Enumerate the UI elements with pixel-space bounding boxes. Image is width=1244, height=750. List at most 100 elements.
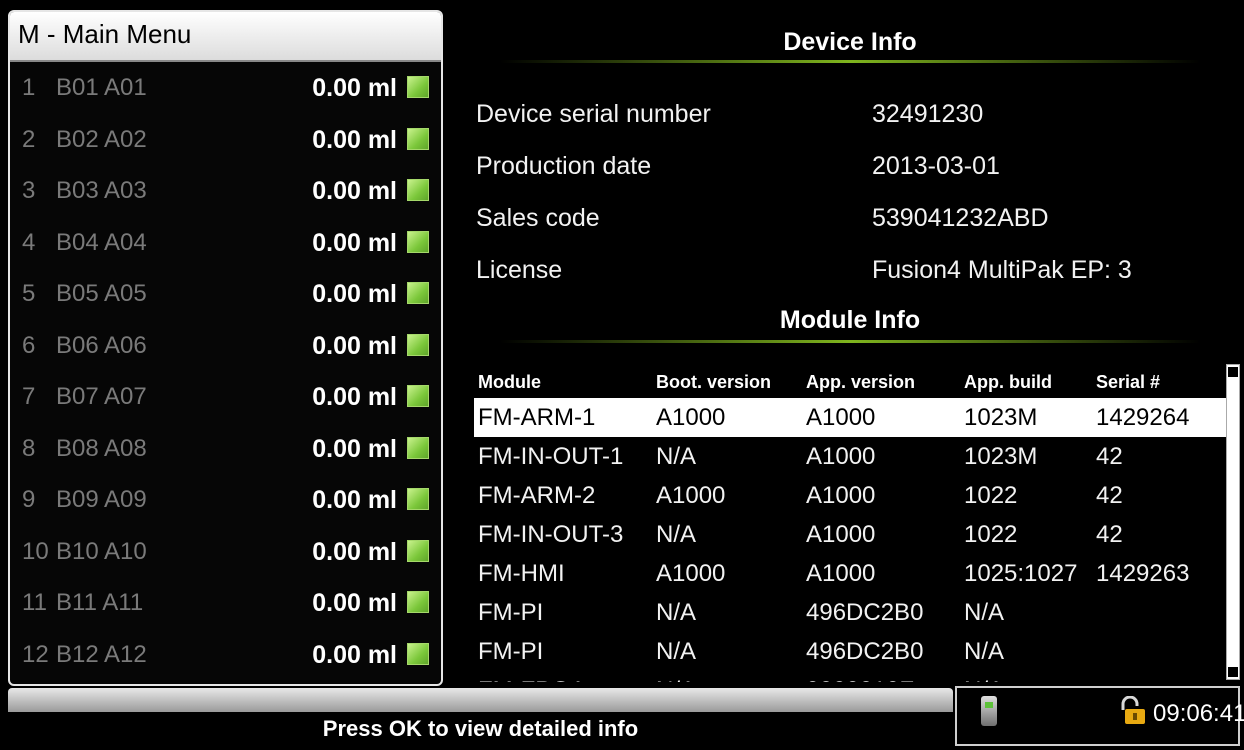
channel-volume: 0.00 ml [312, 331, 397, 360]
channel-row[interactable]: 8 B08 A08 0.00 ml [10, 423, 441, 475]
channel-name: B10 A10 [56, 537, 147, 565]
channel-row[interactable]: 9 B09 A09 0.00 ml [10, 474, 441, 526]
channel-name: B09 A09 [56, 486, 147, 513]
module-row[interactable]: FM-ARM-1 A1000 A1000 1023M 1429264 [474, 398, 1226, 437]
scroll-up-arrow-icon[interactable] [1228, 367, 1238, 377]
channel-volume: 0.00 ml [312, 486, 397, 514]
license-value: Fusion4 MultiPak EP: 3 [872, 256, 1132, 284]
channel-index: 7 [22, 383, 36, 410]
status-led-icon [407, 539, 429, 562]
module-row[interactable]: FM-FPGA N/A 0000010F N/A [474, 671, 1226, 682]
module-cell-boot: N/A [656, 599, 697, 626]
channel-volume: 0.00 ml [312, 74, 397, 102]
module-cell-module: FM-FPGA [478, 677, 586, 682]
module-cell-boot: N/A [656, 521, 697, 548]
module-cell-module: FM-ARM-2 [478, 482, 596, 509]
channel-name: B04 A04 [56, 228, 147, 256]
col-app-build: App. build [964, 372, 1052, 392]
module-cell-serial: 42 [1096, 443, 1123, 470]
module-row[interactable]: FM-PI N/A 496DC2B0 N/A [474, 593, 1226, 632]
module-row[interactable]: FM-ARM-2 A1000 A1000 1022 42 [474, 476, 1226, 515]
module-cell-boot: A1000 [656, 404, 726, 431]
module-cell-build: 1023M [964, 443, 1038, 470]
channel-row[interactable]: 5 B05 A05 0.00 ml [10, 268, 441, 320]
channel-index: 1 [22, 74, 36, 101]
status-led-icon [407, 127, 429, 150]
col-serial: Serial # [1096, 372, 1161, 392]
channel-row[interactable]: 6 B06 A06 0.00 ml [10, 320, 441, 372]
padlock-icon [1121, 696, 1145, 724]
channel-name: B07 A07 [56, 383, 147, 410]
channel-volume: 0.00 ml [312, 177, 397, 205]
screen: M - Main Menu 1 B01 A01 0.00 ml 2 B02 A02 0.0… [0, 0, 1244, 750]
channel-row[interactable]: 7 B07 A07 0.00 ml [10, 371, 441, 423]
channel-row[interactable]: 3 B03 A03 0.00 ml [10, 165, 441, 217]
module-cell-serial: 1429263 [1096, 560, 1190, 587]
status-led-icon [407, 76, 429, 98]
module-cell-app: A1000 [806, 560, 876, 587]
module-row[interactable]: FM-IN-OUT-1 N/A A1000 1023M 42 [474, 437, 1226, 476]
channel-name: B05 A05 [56, 280, 147, 307]
module-cell-build: N/A [964, 677, 1004, 682]
status-led-icon [407, 333, 429, 356]
module-cell-app: A1000 [806, 443, 876, 470]
channel-index: 6 [22, 331, 36, 359]
module-cell-app: 496DC2B0 [806, 638, 924, 665]
device-serial-value: 32491230 [872, 100, 984, 128]
device-info-divider [500, 60, 1200, 63]
channel-volume: 0.00 ml [312, 589, 397, 617]
main-menu-panel[interactable]: M - Main Menu 1 B01 A01 0.00 ml 2 B02 A02 0.0… [8, 10, 443, 686]
channel-volume: 0.00 ml [312, 383, 397, 411]
production-date-label: Production date [476, 152, 652, 180]
module-cell-module: FM-PI [478, 638, 544, 665]
module-table-body[interactable]: FM-ARM-1 A1000 A1000 1023M 1429264 FM-IN-OUT-… [474, 398, 1226, 682]
module-cell-serial: 42 [1096, 482, 1123, 509]
module-cell-serial: 1429264 [1096, 404, 1190, 431]
channel-volume: 0.00 ml [312, 228, 397, 257]
module-cell-app: A1000 [806, 482, 876, 509]
channel-index: 2 [22, 125, 36, 153]
channel-name: B02 A02 [56, 125, 147, 153]
module-row[interactable]: FM-HMI A1000 A1000 1025:1027 1429263 [474, 554, 1226, 593]
module-cell-module: FM-PI [478, 599, 544, 626]
channel-row[interactable]: 1 B01 A01 0.00 ml [10, 62, 441, 114]
channel-name: B01 A01 [56, 74, 147, 101]
status-led-icon [407, 179, 429, 201]
clock: 09:06:41 [1153, 700, 1244, 727]
module-cell-boot: N/A [656, 677, 696, 682]
status-led-icon [407, 488, 429, 510]
channel-list: 1 B01 A01 0.00 ml 2 B02 A02 0.00 ml 3 B03 A03 0.… [10, 62, 441, 680]
col-app-version: App. version [806, 372, 916, 392]
channel-index: 5 [22, 280, 36, 307]
channel-volume: 0.00 ml [312, 640, 397, 669]
module-row[interactable]: FM-PI N/A 496DC2B0 N/A [474, 632, 1226, 671]
channel-row[interactable]: 10 B10 A10 0.00 ml [10, 526, 441, 578]
channel-index: 8 [22, 434, 36, 462]
module-info-title: Module Info [779, 306, 921, 334]
module-cell-build: 1025:1027 [964, 560, 1078, 587]
device-serial-label: Device serial number [476, 100, 711, 128]
status-panel: 09:06:41 [955, 686, 1244, 746]
channel-index: 11 [22, 589, 47, 616]
channel-index: 4 [22, 228, 36, 256]
main-menu-title[interactable]: M - Main Menu [10, 12, 441, 62]
module-info-divider [500, 340, 1200, 343]
module-cell-module: FM-HMI [478, 560, 565, 587]
channel-row[interactable]: 2 B02 A02 0.00 ml [10, 114, 441, 166]
status-led-icon [407, 436, 429, 459]
device-info-title: Device Info [783, 28, 917, 56]
module-cell-module: FM-IN-OUT-1 [478, 443, 624, 470]
scroll-down-arrow-icon[interactable] [1228, 667, 1238, 677]
module-cell-boot: A1000 [656, 560, 726, 587]
channel-row[interactable]: 12 B12 A12 0.00 ml [10, 629, 441, 681]
channel-row[interactable]: 11 B11 A11 0.00 ml [10, 577, 441, 629]
channel-row[interactable]: 4 B04 A04 0.00 ml [10, 217, 441, 269]
module-cell-app: A1000 [806, 521, 876, 548]
status-led-icon [407, 230, 429, 253]
module-row[interactable]: FM-IN-OUT-3 N/A A1000 1022 42 [474, 515, 1226, 554]
module-cell-boot: N/A [656, 638, 697, 665]
footer-hint-area: Press OK to view detailed info [8, 712, 953, 746]
status-led-icon [407, 642, 429, 665]
module-table-scrollbar[interactable] [1226, 364, 1240, 680]
col-module: Module [478, 372, 541, 392]
